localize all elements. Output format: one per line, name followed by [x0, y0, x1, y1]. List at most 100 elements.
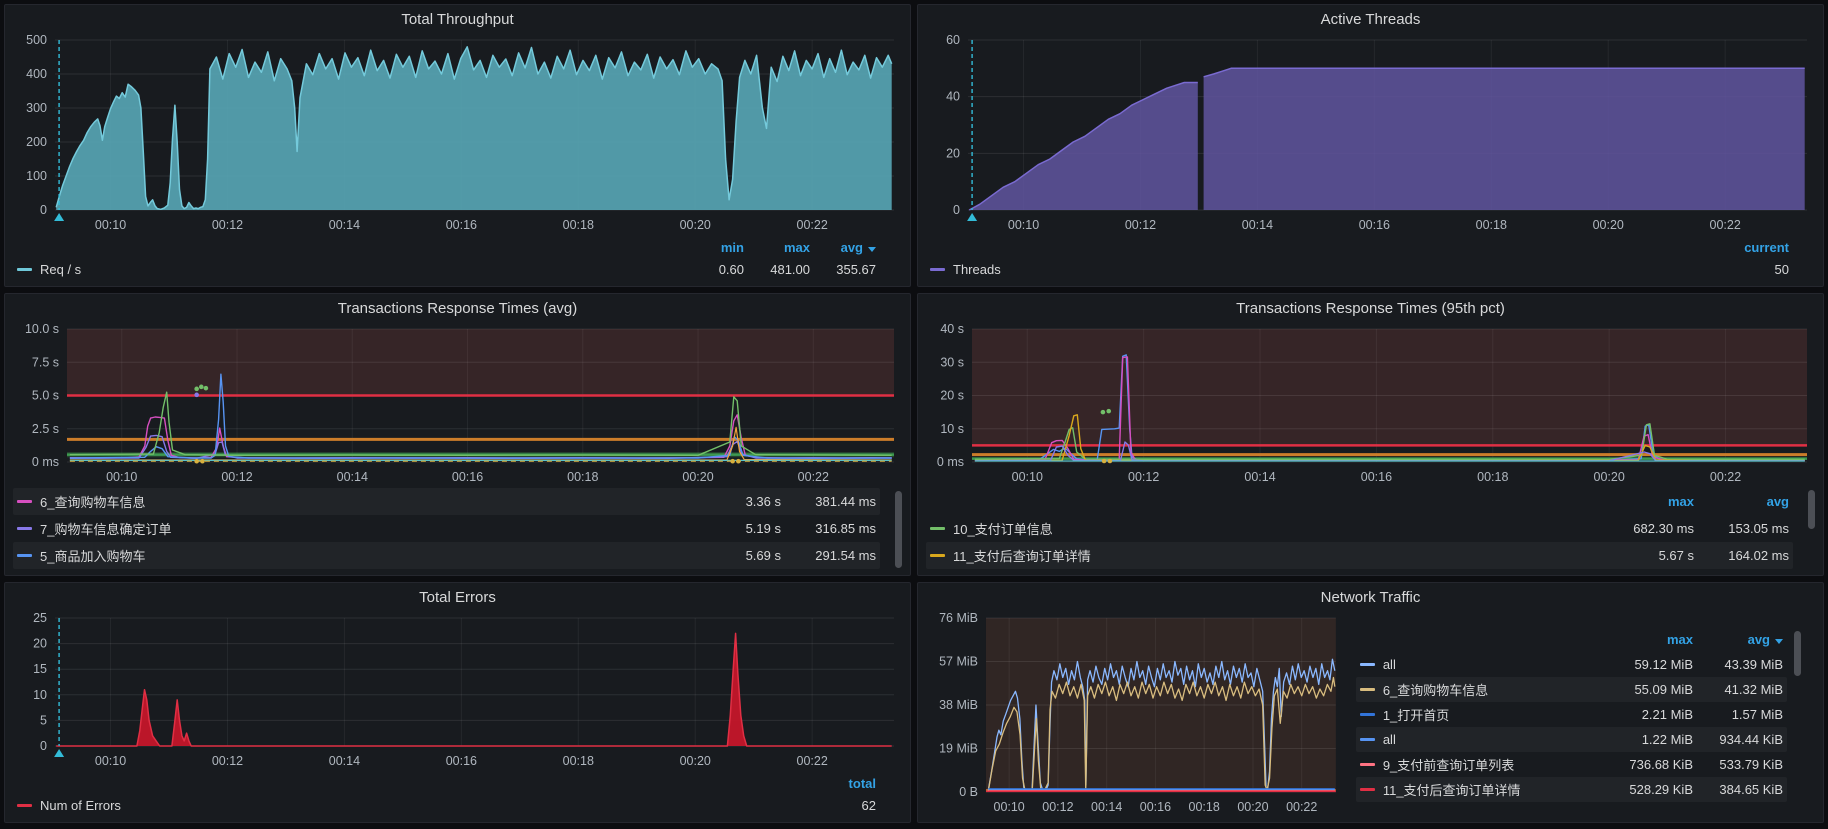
svg-text:40 s: 40 s [940, 322, 964, 336]
series-color-dash-icon[interactable] [1360, 713, 1375, 716]
svg-text:00:14: 00:14 [329, 754, 360, 768]
svg-text:00:14: 00:14 [337, 470, 368, 484]
series-name: Threads [953, 262, 1001, 277]
series-color-dash-icon[interactable] [17, 554, 32, 557]
series-color-dash-icon[interactable] [930, 554, 945, 557]
active-threads-chart[interactable]: 020406000:1000:1200:1400:1600:1800:2000:… [926, 33, 1815, 236]
svg-text:15: 15 [33, 662, 47, 676]
legend-col-header-max[interactable]: max [1603, 632, 1693, 647]
legend-col-header-avg[interactable]: avg [1694, 494, 1789, 509]
series-color-dash-icon[interactable] [17, 527, 32, 530]
legend-col-header-max[interactable]: max [1599, 494, 1694, 509]
legend-col-header-current[interactable]: current [1705, 240, 1789, 255]
panel-title-response-times-95th[interactable]: Transactions Response Times (95th pct) [926, 294, 1815, 322]
series-color-dash-icon[interactable] [17, 804, 32, 807]
panel-title-response-times-avg[interactable]: Transactions Response Times (avg) [13, 294, 902, 322]
series-color-dash-icon[interactable] [17, 268, 32, 271]
total-throughput-chart[interactable]: 010020030040050000:1000:1200:1400:1600:1… [13, 33, 902, 236]
series-name: 11_支付后查询订单详情 [953, 546, 1091, 565]
svg-text:0 ms: 0 ms [937, 455, 964, 469]
legend-scrollbar [895, 488, 902, 571]
legend-row: 1_打开首页2.21 MiB1.57 MiB [1356, 702, 1787, 727]
svg-text:76 MiB: 76 MiB [939, 611, 978, 625]
svg-text:00:12: 00:12 [212, 218, 243, 232]
svg-text:0: 0 [953, 203, 960, 217]
legend-scrollbar-thumb[interactable] [1808, 490, 1815, 530]
panel-title-network-traffic[interactable]: Network Traffic [926, 583, 1815, 611]
series-color-dash-icon[interactable] [1360, 688, 1375, 691]
series-label[interactable]: 5_商品加入购物车 [17, 546, 686, 565]
panel-title-total-throughput[interactable]: Total Throughput [13, 5, 902, 33]
svg-text:00:18: 00:18 [563, 754, 594, 768]
svg-text:00:16: 00:16 [452, 470, 483, 484]
series-label[interactable]: Threads [930, 262, 1705, 277]
series-label[interactable]: 6_查询购物车信息 [1360, 680, 1603, 699]
svg-text:0 ms: 0 ms [32, 455, 59, 469]
series-color-dash-icon[interactable] [1360, 663, 1375, 666]
svg-text:00:22: 00:22 [1286, 800, 1317, 814]
svg-text:00:20: 00:20 [1594, 470, 1625, 484]
response-times-95th-chart[interactable]: 0 ms10 s20 s30 s40 s00:1000:1200:1400:16… [926, 322, 1815, 488]
series-name: 7_购物车信息确定订单 [40, 519, 171, 538]
legend-col-header-min[interactable]: min [678, 240, 744, 255]
legend-row: 6_查询购物车信息3.36 s381.44 ms [13, 488, 880, 515]
svg-text:00:16: 00:16 [1140, 800, 1171, 814]
total-errors-chart[interactable]: 051015202500:1000:1200:1400:1600:1800:20… [13, 611, 902, 772]
network-traffic-chart[interactable]: 0 B19 MiB38 MiB57 MiB76 MiB00:1000:1200:… [926, 611, 1344, 818]
series-label[interactable]: 1_打开首页 [1360, 705, 1603, 724]
series-label[interactable]: 11_支付后查询订单详情 [1360, 780, 1603, 799]
series-label[interactable]: 7_购物车信息确定订单 [17, 519, 686, 538]
series-color-dash-icon[interactable] [930, 268, 945, 271]
series-color-dash-icon[interactable] [1360, 788, 1375, 791]
series-label[interactable]: 9_支付前查询订单列表 [1360, 755, 1603, 774]
svg-text:0: 0 [40, 203, 47, 217]
legend-value: 62 [792, 798, 876, 813]
series-color-dash-icon[interactable] [1360, 738, 1375, 741]
svg-text:0: 0 [40, 739, 47, 753]
series-label[interactable]: 11_支付后查询订单详情 [930, 546, 1599, 565]
panel-title-text: Transactions Response Times (95th pct) [1236, 300, 1505, 317]
response-times-avg-chart[interactable]: 0 ms2.5 s5.0 s7.5 s10.0 s00:1000:1200:14… [13, 322, 902, 488]
legend-scrollbar-thumb[interactable] [1794, 631, 1801, 676]
legend-col-header-max[interactable]: max [744, 240, 810, 255]
series-label[interactable]: Req / s [17, 262, 678, 277]
series-color-dash-icon[interactable] [930, 527, 945, 530]
legend-value: 316.85 ms [781, 521, 876, 536]
series-color-dash-icon[interactable] [17, 500, 32, 503]
series-color-dash-icon[interactable] [1360, 763, 1375, 766]
legend-col-header-avg[interactable]: avg [1693, 632, 1783, 647]
panel-response-times-95th: Transactions Response Times (95th pct) 0… [917, 293, 1824, 576]
panel-title-text: Active Threads [1321, 11, 1421, 28]
legend-row: Req / s0.60481.00355.67 [17, 258, 876, 280]
series-label[interactable]: 10_支付订单信息 [930, 519, 1599, 538]
legend-row: Num of Errors62 [17, 794, 876, 816]
series-name: all [1383, 657, 1396, 672]
legend-row: all59.12 MiB43.39 MiB [1356, 652, 1787, 677]
svg-text:7.5 s: 7.5 s [32, 355, 59, 369]
panel-total-errors: Total Errors 051015202500:1000:1200:1400… [4, 582, 911, 823]
svg-text:00:20: 00:20 [1593, 218, 1624, 232]
legend-col-header-total[interactable]: total [792, 776, 876, 791]
series-name: 10_支付订单信息 [953, 519, 1053, 538]
svg-text:20: 20 [946, 146, 960, 160]
svg-text:00:18: 00:18 [563, 218, 594, 232]
total-throughput-legend: minmaxavg Req / s0.60481.00355.67 [13, 236, 902, 282]
series-label[interactable]: 6_查询购物车信息 [17, 492, 686, 511]
series-label[interactable]: Num of Errors [17, 798, 792, 813]
series-label[interactable]: all [1360, 657, 1603, 672]
legend-value: 481.00 [744, 262, 810, 277]
series-name: 6_查询购物车信息 [1383, 680, 1488, 699]
panel-title-total-errors[interactable]: Total Errors [13, 583, 902, 611]
panel-title-text: Transactions Response Times (avg) [338, 300, 578, 317]
legend-value: 3.36 s [686, 494, 781, 509]
svg-text:00:22: 00:22 [798, 470, 829, 484]
legend-col-header-avg[interactable]: avg [810, 240, 876, 255]
legend-row: 11_支付后查询订单详情5.67 s164.02 ms [926, 542, 1793, 569]
series-label[interactable]: all [1360, 732, 1603, 747]
legend-scrollbar-thumb[interactable] [895, 491, 902, 567]
legend-value: 381.44 ms [781, 494, 876, 509]
panel-title-active-threads[interactable]: Active Threads [926, 5, 1815, 33]
svg-text:00:12: 00:12 [1125, 218, 1156, 232]
legend-value: 533.79 KiB [1693, 757, 1783, 772]
svg-text:200: 200 [26, 135, 47, 149]
